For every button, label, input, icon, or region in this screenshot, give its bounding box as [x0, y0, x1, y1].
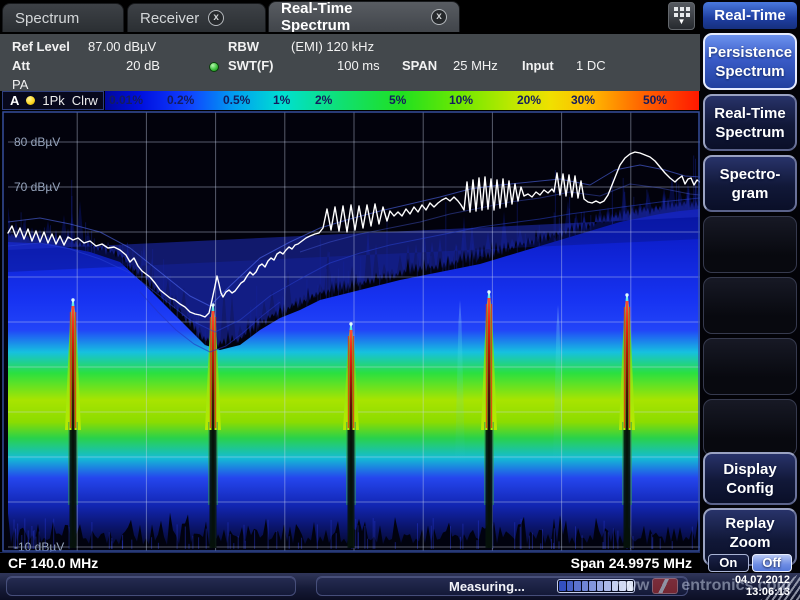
scale-label: 0.2%	[167, 93, 194, 107]
softkey-display-config[interactable]: Display Config	[703, 452, 797, 505]
softkey-real-time-spectrum[interactable]: Real-Time Spectrum	[703, 94, 797, 151]
date-readout: 04.07.2012	[700, 574, 790, 586]
softkey-menu-title: Real-Time	[703, 2, 797, 29]
center-frequency-readout: CF 140.0 MHz	[8, 555, 98, 571]
softkey-empty[interactable]	[703, 216, 797, 273]
scale-label: 0.01%	[109, 93, 143, 107]
persistence-spectrum-display[interactable]: 80 dBµV 70 dBµV -10 dBµV	[2, 111, 700, 552]
frequency-axis-bar: CF 140.0 MHz Span 24.9975 MHz	[0, 552, 700, 573]
tab-spectrum[interactable]: Spectrum	[2, 3, 124, 32]
close-icon[interactable]: x	[431, 9, 447, 25]
spectrum-plot-canvas: 80 dBµV 70 dBµV -10 dBµV	[2, 111, 700, 552]
replay-zoom-on-button[interactable]: On	[708, 554, 749, 572]
settings-bar: Ref Level 87.00 dBµV RBW (EMI) 120 kHz A…	[0, 32, 700, 91]
replay-zoom-off-button[interactable]: Off	[752, 554, 793, 572]
input-label: Input	[522, 58, 554, 73]
color-scale-row: A 1Pk Clrw 0.01% 0.2% 0.5% 1% 2% 5% 10% …	[0, 91, 700, 111]
softkey-replay-zoom[interactable]: Replay Zoom On Off	[703, 508, 797, 566]
scale-label: 0.5%	[223, 93, 250, 107]
tab-grid-icon	[674, 7, 690, 17]
att-value[interactable]: 20 dB	[126, 58, 160, 73]
close-icon[interactable]: x	[208, 10, 224, 26]
svg-text:70 dBµV: 70 dBµV	[14, 180, 60, 194]
tab-bar: Spectrum Receiver x Real-Time Spectrum x…	[0, 0, 700, 32]
softkey-empty[interactable]	[703, 338, 797, 395]
softkey-empty[interactable]	[703, 399, 797, 456]
scale-label: 20%	[517, 93, 541, 107]
scale-label: 50%	[643, 93, 667, 107]
spectrum-analyzer-app: Spectrum Receiver x Real-Time Spectrum x…	[0, 0, 800, 600]
tab-list-icon[interactable]: ▼	[668, 2, 695, 30]
scale-label: 5%	[389, 93, 406, 107]
trace-marker-icon	[26, 96, 35, 105]
svg-text:-10 dBµV: -10 dBµV	[14, 540, 64, 552]
trace-legend[interactable]: A 1Pk Clrw	[2, 91, 104, 110]
swt-status-led	[209, 62, 219, 72]
statusbar-segment-left	[6, 576, 296, 596]
status-bar: Measuring... www entronics.com 04.07.201…	[0, 573, 800, 600]
ref-level-label: Ref Level	[12, 39, 70, 54]
softkey-empty[interactable]	[703, 277, 797, 334]
measurement-progress-bar	[557, 579, 635, 593]
measuring-status: Measuring...	[449, 579, 525, 594]
trace-name: 1Pk	[42, 93, 64, 108]
chevron-down-icon: ▼	[678, 18, 686, 26]
tab-label: Real-Time Spectrum	[281, 0, 422, 34]
trace-mode: Clrw	[72, 93, 98, 108]
tab-label: Spectrum	[15, 10, 79, 27]
rbw-label: RBW	[228, 39, 259, 54]
scale-label: 2%	[315, 93, 332, 107]
input-value[interactable]: 1 DC	[576, 58, 606, 73]
pa-indicator: PA	[12, 77, 28, 92]
span-value[interactable]: 25 MHz	[453, 58, 498, 73]
swt-label: SWT(F)	[228, 58, 273, 73]
softkey-persistence-spectrum[interactable]: Persistence Spectrum	[703, 33, 797, 90]
window-label: A	[10, 93, 19, 108]
tab-receiver[interactable]: Receiver x	[127, 3, 266, 32]
replay-zoom-label: Replay Zoom	[725, 514, 774, 552]
tab-label: Receiver	[140, 10, 199, 27]
rbw-value[interactable]: (EMI) 120 kHz	[291, 39, 374, 54]
replay-zoom-toggle: On Off	[708, 554, 792, 572]
statusbar-segment-right: Measuring...	[316, 576, 688, 596]
svg-text:80 dBµV: 80 dBµV	[14, 135, 60, 149]
scale-label: 1%	[273, 93, 290, 107]
span-label: SPAN	[402, 58, 437, 73]
span-readout: Span 24.9975 MHz	[571, 555, 692, 571]
swt-value[interactable]: 100 ms	[337, 58, 380, 73]
persistence-color-scale: 0.01% 0.2% 0.5% 1% 2% 5% 10% 20% 30% 50%	[105, 91, 699, 110]
att-label: Att	[12, 58, 30, 73]
softkey-spectrogram[interactable]: Spectro- gram	[703, 155, 797, 212]
ref-level-value[interactable]: 87.00 dBµV	[88, 39, 156, 54]
scale-label: 10%	[449, 93, 473, 107]
scale-label: 30%	[571, 93, 595, 107]
softkey-sidebar: Real-Time Persistence Spectrum Real-Time…	[700, 0, 800, 573]
tab-real-time-spectrum[interactable]: Real-Time Spectrum x	[268, 1, 460, 32]
